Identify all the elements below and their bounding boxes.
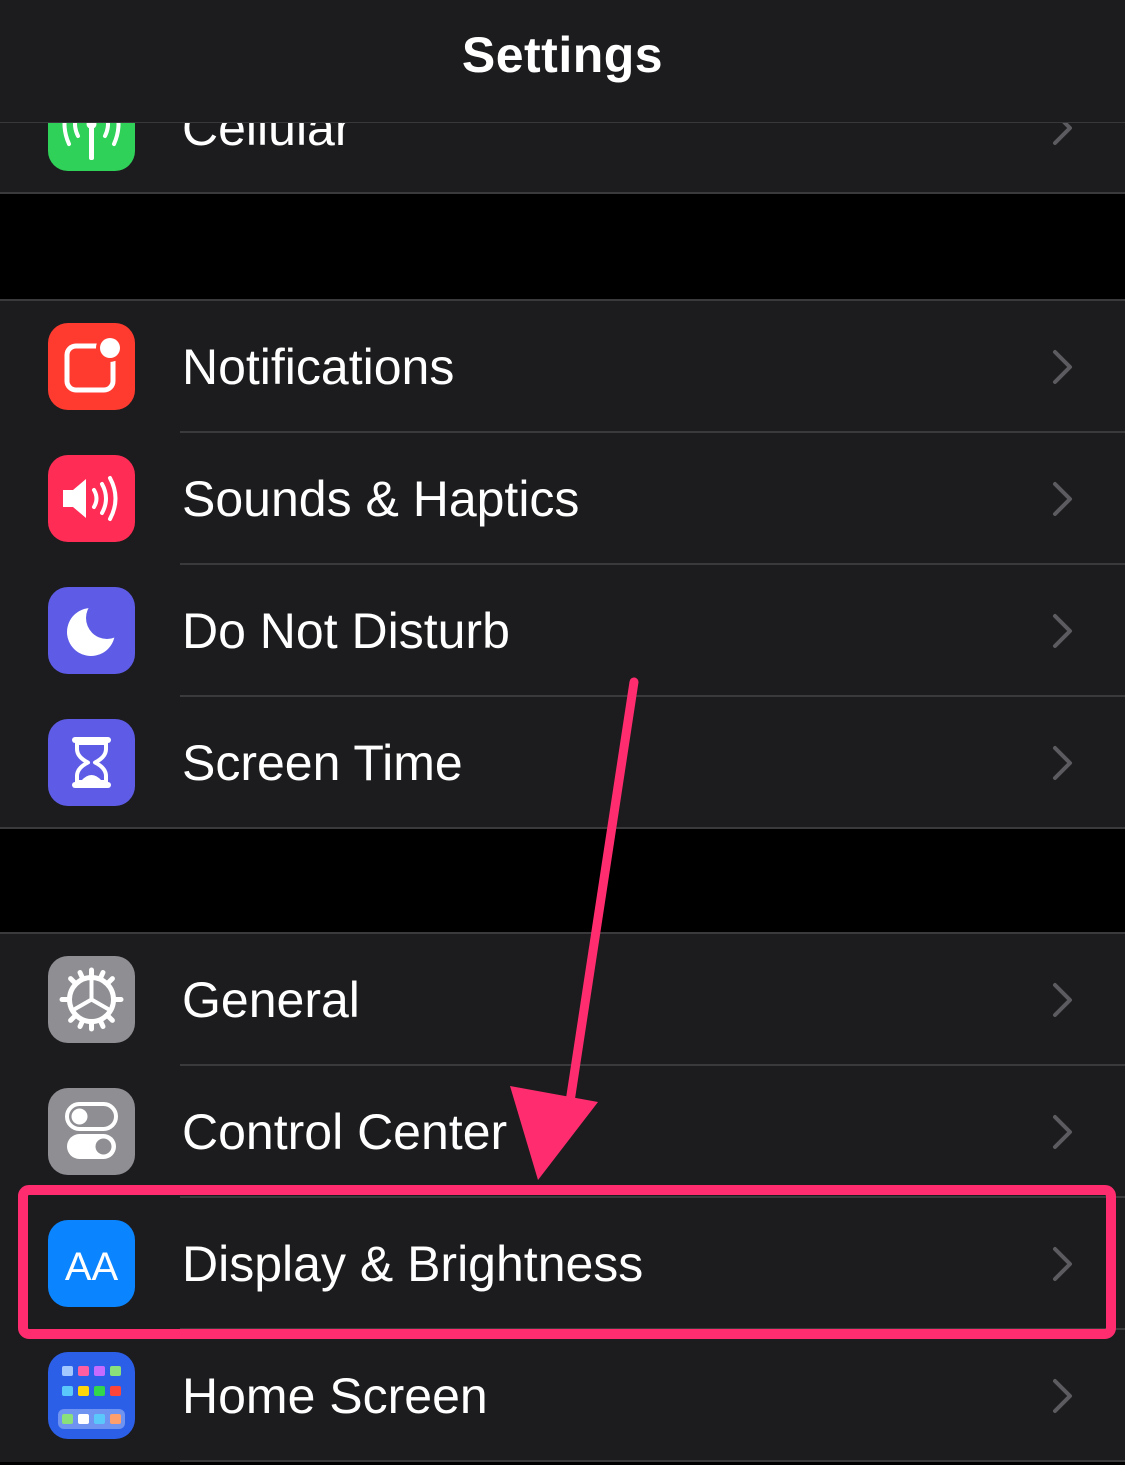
- row-label: Home Screen: [182, 1368, 488, 1424]
- toggles-icon: [48, 1088, 135, 1175]
- row-separator: [0, 192, 1125, 194]
- chevron-right-icon: [1053, 482, 1072, 516]
- page-title: Settings: [461, 27, 664, 83]
- chevron-right-icon: [1053, 350, 1072, 384]
- chevron-right-icon: [1053, 746, 1072, 780]
- row-label: Sounds & Haptics: [182, 471, 580, 527]
- app-grid-icon: [48, 1352, 135, 1439]
- gear-icon: [48, 956, 135, 1043]
- row-label: General: [182, 972, 360, 1028]
- text-size-icon: AA: [48, 1220, 135, 1307]
- row-label: Display & Brightness: [182, 1236, 644, 1292]
- row-separator: [180, 1460, 1125, 1462]
- row-label: Control Center: [182, 1104, 508, 1160]
- chevron-right-icon: [1053, 1115, 1072, 1149]
- notifications-icon: [48, 323, 135, 410]
- row-label: Screen Time: [182, 735, 463, 791]
- speaker-icon: [48, 455, 135, 542]
- navigation-bar: Settings: [0, 0, 1125, 123]
- row-do-not-disturb[interactable]: Do Not Disturb: [0, 565, 1125, 697]
- row-separator: [0, 827, 1125, 829]
- settings-screen: Settings Cellular Notifications Sounds &…: [0, 0, 1125, 1465]
- row-sounds-haptics[interactable]: Sounds & Haptics: [0, 433, 1125, 565]
- chevron-right-icon: [1053, 983, 1072, 1017]
- row-general[interactable]: General: [0, 934, 1125, 1066]
- row-label: Do Not Disturb: [182, 603, 510, 659]
- row-notifications[interactable]: Notifications: [0, 301, 1125, 433]
- chevron-right-icon: [1053, 614, 1072, 648]
- row-home-screen[interactable]: Home Screen: [0, 1330, 1125, 1462]
- hourglass-icon: [48, 719, 135, 806]
- row-display-brightness[interactable]: AA Display & Brightness: [0, 1198, 1125, 1330]
- moon-icon: [48, 587, 135, 674]
- row-screen-time[interactable]: Screen Time: [0, 697, 1125, 829]
- chevron-right-icon: [1053, 1247, 1072, 1281]
- row-label: Notifications: [182, 339, 455, 395]
- chevron-right-icon: [1053, 1379, 1072, 1413]
- svg-text:AA: AA: [65, 1245, 119, 1289]
- row-control-center[interactable]: Control Center: [0, 1066, 1125, 1198]
